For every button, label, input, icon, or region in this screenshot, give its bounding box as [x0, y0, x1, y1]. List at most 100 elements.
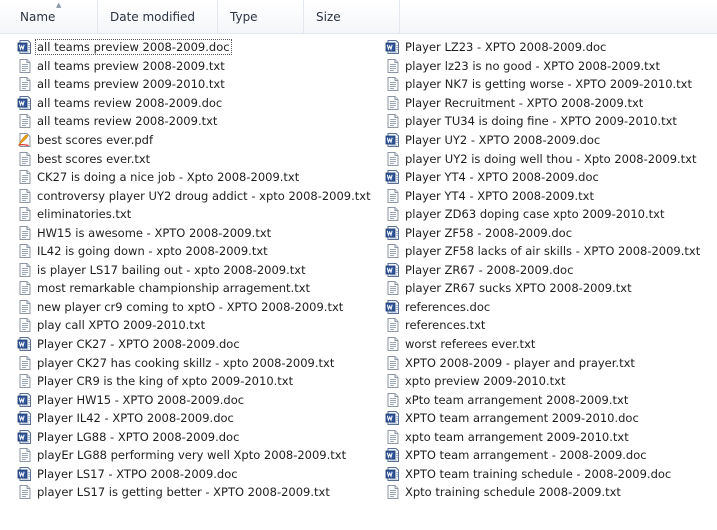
file-name[interactable]: xPto team arrangement 2008-2009.txt: [404, 393, 629, 407]
file-row[interactable]: Player ZF58 - 2008-2009.doc: [385, 223, 715, 242]
file-row[interactable]: XPTO 2008-2009 - player and prayer.txt: [385, 353, 715, 372]
file-row[interactable]: Player LS17 - XTPO 2008-2009.doc: [17, 465, 387, 484]
file-name[interactable]: playEr LG88 performing very well Xpto 20…: [36, 448, 347, 462]
file-row[interactable]: eliminatories.txt: [17, 205, 387, 224]
file-name[interactable]: Player CR9 is the king of xpto 2009-2010…: [36, 374, 294, 388]
file-row[interactable]: most remarkable championship arragement.…: [17, 279, 387, 298]
file-name[interactable]: player ZR67 sucks XPTO 2008-2009.txt: [404, 281, 633, 295]
file-name[interactable]: player NK7 is getting worse - XPTO 2009-…: [404, 77, 693, 91]
file-name[interactable]: all teams preview 2008-2009.doc: [35, 39, 232, 56]
file-row[interactable]: Player Recruitment - XPTO 2008-2009.txt: [385, 94, 715, 113]
file-name[interactable]: player TU34 is doing fine - XPTO 2009-20…: [404, 114, 678, 128]
file-name[interactable]: CK27 is doing a nice job - Xpto 2008-200…: [36, 170, 300, 184]
file-row[interactable]: controversy player UY2 droug addict - xp…: [17, 186, 387, 205]
file-row[interactable]: references.txt: [385, 316, 715, 335]
file-name[interactable]: play call XPTO 2009-2010.txt: [36, 318, 206, 332]
file-row[interactable]: CK27 is doing a nice job - Xpto 2008-200…: [17, 168, 387, 187]
file-row[interactable]: player lz23 is no good - XPTO 2008-2009.…: [385, 57, 715, 76]
file-row[interactable]: player ZD63 doping case xpto 2009-2010.t…: [385, 205, 715, 224]
file-row[interactable]: best scores ever.pdf: [17, 131, 387, 150]
file-row[interactable]: Player LZ23 - XPTO 2008-2009.doc: [385, 38, 715, 57]
file-row[interactable]: all teams preview 2008-2009.txt: [17, 57, 387, 76]
file-name[interactable]: Player Recruitment - XPTO 2008-2009.txt: [404, 96, 644, 110]
file-name[interactable]: Player CK27 - XPTO 2008-2009.doc: [36, 337, 241, 351]
file-name[interactable]: HW15 is awesome - XPTO 2008-2009.txt: [36, 226, 272, 240]
file-name[interactable]: player LS17 is getting better - XPTO 200…: [36, 485, 331, 499]
file-row[interactable]: Player YT4 - XPTO 2008-2009.doc: [385, 168, 715, 187]
file-row[interactable]: HW15 is awesome - XPTO 2008-2009.txt: [17, 223, 387, 242]
file-row[interactable]: play call XPTO 2009-2010.txt: [17, 316, 387, 335]
file-row[interactable]: player ZF58 lacks of air skills - XPTO 2…: [385, 242, 715, 261]
file-row[interactable]: Player ZR67 - 2008-2009.doc: [385, 261, 715, 280]
file-name[interactable]: XPTO team arrangement - 2008-2009.doc: [404, 448, 648, 462]
file-name[interactable]: references.doc: [404, 300, 491, 314]
file-row[interactable]: Player CR9 is the king of xpto 2009-2010…: [17, 372, 387, 391]
file-row[interactable]: player NK7 is getting worse - XPTO 2009-…: [385, 75, 715, 94]
file-name[interactable]: xpto team arrangement 2009-2010.txt: [404, 430, 630, 444]
file-name[interactable]: references.txt: [404, 318, 486, 332]
file-name[interactable]: Player YT4 - XPTO 2008-2009.txt: [404, 189, 595, 203]
file-name[interactable]: IL42 is going down - xpto 2008-2009.txt: [36, 244, 269, 258]
file-row[interactable]: all teams preview 2008-2009.doc: [17, 38, 387, 57]
file-name[interactable]: XPTO 2008-2009 - player and prayer.txt: [404, 356, 636, 370]
file-name[interactable]: all teams preview 2008-2009.txt: [36, 59, 226, 73]
file-row[interactable]: new player cr9 coming to xptO - XPTO 200…: [17, 298, 387, 317]
file-name[interactable]: worst referees ever.txt: [404, 337, 536, 351]
file-name[interactable]: new player cr9 coming to xptO - XPTO 200…: [36, 300, 344, 314]
file-name[interactable]: player ZD63 doping case xpto 2009-2010.t…: [404, 207, 665, 221]
file-name[interactable]: Player ZF58 - 2008-2009.doc: [404, 226, 573, 240]
file-row[interactable]: Player HW15 - XPTO 2008-2009.doc: [17, 390, 387, 409]
file-name[interactable]: player CK27 has cooking skillz - xpto 20…: [36, 356, 335, 370]
file-name[interactable]: eliminatories.txt: [36, 207, 132, 221]
file-row[interactable]: Player IL42 - XPTO 2008-2009.doc: [17, 409, 387, 428]
file-row[interactable]: player LS17 is getting better - XPTO 200…: [17, 483, 387, 502]
file-name[interactable]: Player LG88 - XPTO 2008-2009.doc: [36, 430, 240, 444]
file-name[interactable]: Player HW15 - XPTO 2008-2009.doc: [36, 393, 245, 407]
file-name[interactable]: player ZF58 lacks of air skills - XPTO 2…: [404, 244, 701, 258]
file-row[interactable]: best scores ever.txt: [17, 149, 387, 168]
file-name[interactable]: Xpto training schedule 2008-2009.txt: [404, 485, 622, 499]
file-row[interactable]: player UY2 is doing well thou - Xpto 200…: [385, 149, 715, 168]
file-row[interactable]: XPTO team arrangement 2009-2010.doc: [385, 409, 715, 428]
file-row[interactable]: IL42 is going down - xpto 2008-2009.txt: [17, 242, 387, 261]
file-name[interactable]: player lz23 is no good - XPTO 2008-2009.…: [404, 59, 661, 73]
file-name[interactable]: all teams preview 2009-2010.txt: [36, 77, 226, 91]
file-row[interactable]: player CK27 has cooking skillz - xpto 20…: [17, 353, 387, 372]
file-row[interactable]: is player LS17 bailing out - xpto 2008-2…: [17, 261, 387, 280]
file-row[interactable]: Xpto training schedule 2008-2009.txt: [385, 483, 715, 502]
file-name[interactable]: controversy player UY2 droug addict - xp…: [36, 189, 372, 203]
column-header-date-modified[interactable]: Date modified: [98, 0, 218, 34]
file-name[interactable]: all teams review 2008-2009.txt: [36, 114, 218, 128]
file-name[interactable]: Player YT4 - XPTO 2008-2009.doc: [404, 170, 600, 184]
file-name[interactable]: most remarkable championship arragement.…: [36, 281, 311, 295]
file-name[interactable]: Player ZR67 - 2008-2009.doc: [404, 263, 574, 277]
file-row[interactable]: Player LG88 - XPTO 2008-2009.doc: [17, 427, 387, 446]
column-header-size[interactable]: Size: [304, 0, 400, 34]
file-name[interactable]: Player UY2 - XPTO 2008-2009.doc: [404, 133, 601, 147]
file-row[interactable]: xpto team arrangement 2009-2010.txt: [385, 427, 715, 446]
file-name[interactable]: xpto preview 2009-2010.txt: [404, 374, 566, 388]
file-row[interactable]: XPTO team training schedule - 2008-2009.…: [385, 465, 715, 484]
file-row[interactable]: all teams review 2008-2009.txt: [17, 112, 387, 131]
file-row[interactable]: all teams preview 2009-2010.txt: [17, 75, 387, 94]
file-row[interactable]: all teams review 2008-2009.doc: [17, 94, 387, 113]
file-row[interactable]: Player YT4 - XPTO 2008-2009.txt: [385, 186, 715, 205]
file-name[interactable]: Player LS17 - XTPO 2008-2009.doc: [36, 467, 239, 481]
column-header-type[interactable]: Type: [218, 0, 304, 34]
file-row[interactable]: XPTO team arrangement - 2008-2009.doc: [385, 446, 715, 465]
file-row[interactable]: playEr LG88 performing very well Xpto 20…: [17, 446, 387, 465]
column-header-name[interactable]: ▲ Name: [14, 0, 98, 34]
file-row[interactable]: xPto team arrangement 2008-2009.txt: [385, 390, 715, 409]
file-row[interactable]: references.doc: [385, 298, 715, 317]
file-name[interactable]: XPTO team arrangement 2009-2010.doc: [404, 411, 640, 425]
file-row[interactable]: worst referees ever.txt: [385, 335, 715, 354]
file-row[interactable]: player ZR67 sucks XPTO 2008-2009.txt: [385, 279, 715, 298]
file-row[interactable]: player TU34 is doing fine - XPTO 2009-20…: [385, 112, 715, 131]
file-name[interactable]: all teams review 2008-2009.doc: [36, 96, 223, 110]
file-name[interactable]: Player LZ23 - XPTO 2008-2009.doc: [404, 40, 607, 54]
file-name[interactable]: XPTO team training schedule - 2008-2009.…: [404, 467, 672, 481]
file-row[interactable]: Player UY2 - XPTO 2008-2009.doc: [385, 131, 715, 150]
file-name[interactable]: best scores ever.pdf: [36, 133, 154, 147]
file-name[interactable]: best scores ever.txt: [36, 152, 151, 166]
file-name[interactable]: Player IL42 - XPTO 2008-2009.doc: [36, 411, 235, 425]
